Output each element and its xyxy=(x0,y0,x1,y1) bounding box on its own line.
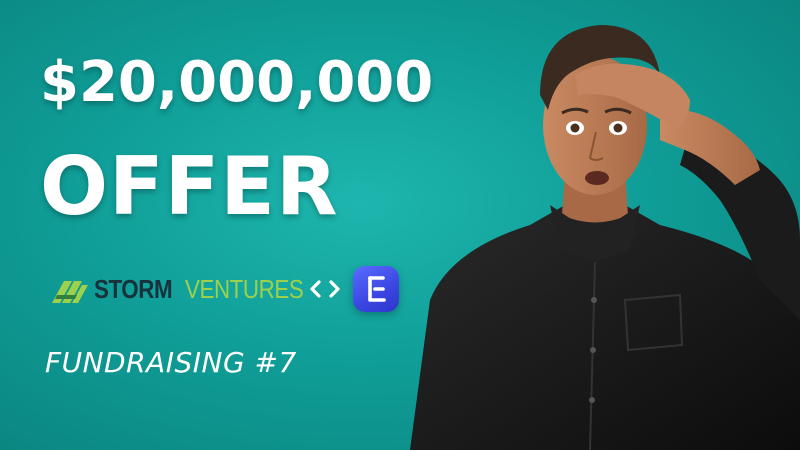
partner-logo-row: STORM VENTURES xyxy=(52,266,399,312)
chevrons-left-right-icon xyxy=(310,280,340,298)
episode-subtitle: FUNDRAISING #7 xyxy=(45,346,297,379)
letter-e-glyph-icon xyxy=(368,276,386,302)
surprised-man-photo xyxy=(410,25,800,450)
headline-offer: OFFER xyxy=(40,140,339,233)
storm-ventures-mark-icon xyxy=(52,281,88,303)
headline-amount: $20,000,000 xyxy=(40,50,434,115)
storm-ventures-logo: STORM VENTURES xyxy=(52,275,323,303)
storm-wordmark: STORM xyxy=(94,274,173,304)
thumbnail-canvas: $20,000,000 OFFER STORM VENTURES FUNDRAI… xyxy=(0,0,800,450)
ventures-wordmark: VENTURES xyxy=(184,274,304,304)
